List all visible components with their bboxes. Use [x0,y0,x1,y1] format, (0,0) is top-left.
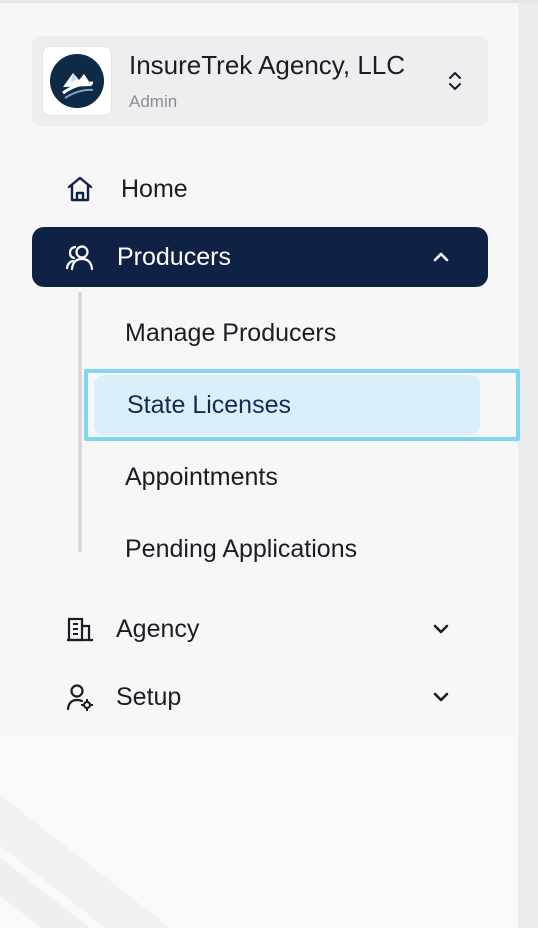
user-gear-icon [64,681,96,713]
nav-item-home-label: Home [121,174,188,203]
subnav-item-label: Appointments [125,462,278,491]
subnav-item-appointments[interactable]: Appointments [94,447,480,507]
agency-logo [42,46,112,116]
subnav-item-label: Manage Producers [125,318,337,347]
nav-item-producers-label: Producers [117,242,231,271]
insuretrek-logo-icon [50,54,104,108]
chevron-down-icon[interactable] [430,686,452,708]
chevron-up-down-icon[interactable] [446,69,464,93]
subnav-item-state-licenses[interactable]: State Licenses [94,375,480,435]
chevron-down-icon[interactable] [430,618,452,640]
sidebar-footer-area [0,735,518,928]
building-icon [64,613,96,645]
sidebar: InsureTrek Agency, LLC Admin Home Produc… [0,3,520,735]
users-icon [64,241,96,273]
scrollbar-track[interactable] [518,3,538,928]
nav-item-setup-label: Setup [116,682,182,711]
submenu-guide-line [78,292,82,552]
chevron-up-icon[interactable] [430,246,452,268]
subnav-item-pending-applications[interactable]: Pending Applications [94,519,480,579]
home-icon [64,173,96,205]
account-role: Admin [129,92,178,111]
nav-item-agency[interactable]: Agency [32,599,488,659]
subnav-item-label: State Licenses [127,390,291,419]
subnav-item-manage-producers[interactable]: Manage Producers [94,303,480,363]
account-switcher[interactable]: InsureTrek Agency, LLC Admin [32,36,488,126]
nav-item-producers[interactable]: Producers [32,227,488,287]
nav-item-home[interactable]: Home [32,159,488,219]
nav-item-setup[interactable]: Setup [32,667,488,727]
nav-item-agency-label: Agency [116,614,200,643]
account-name: InsureTrek Agency, LLC [129,50,406,80]
subnav-item-label: Pending Applications [125,534,358,563]
